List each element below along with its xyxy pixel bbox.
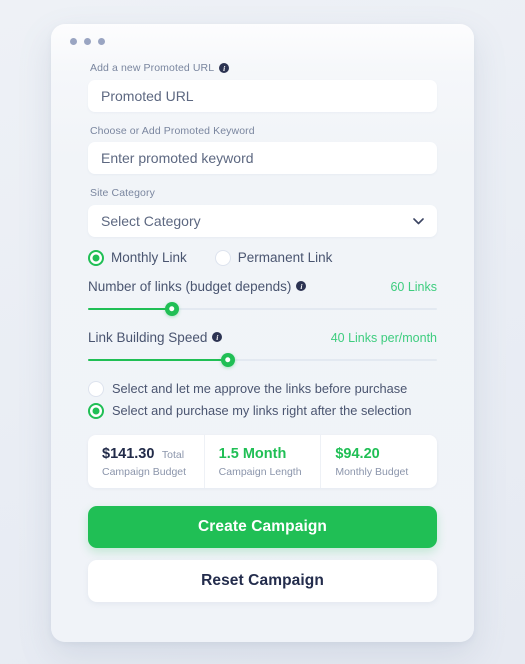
window-dot-icon-2 <box>84 37 91 45</box>
slider-track-fill <box>88 358 228 362</box>
link-type-radio-group: Monthly Link Permanent Link <box>88 249 437 266</box>
field-promoted-keyword: Choose or Add Promoted Keyword <box>88 125 437 175</box>
promoted-url-label: Add a new Promoted URL i <box>90 62 437 75</box>
site-category-label-text: Site Category <box>90 187 155 200</box>
number-of-links-title-text: Number of links (budget depends) <box>88 278 292 294</box>
radio-label-approve-before-purchase: Select and let me approve the links befo… <box>112 381 408 397</box>
radio-option-monthly-link[interactable]: Monthly Link <box>88 249 187 266</box>
site-category-select-wrap <box>88 204 437 237</box>
radio-label-monthly-link: Monthly Link <box>111 250 187 266</box>
create-campaign-button[interactable]: Create Campaign <box>88 506 437 549</box>
promoted-url-label-text: Add a new Promoted URL <box>90 62 215 74</box>
radio-option-approve-before-purchase[interactable]: Select and let me approve the links befo… <box>88 380 437 397</box>
link-building-speed-header: Link Building Speed i 40 Links per/month <box>88 330 437 345</box>
summary-cell-monthly-budget: $94.20 Monthly Budget <box>320 434 437 489</box>
number-of-links-slider[interactable] <box>88 301 437 316</box>
summary-amount-campaign-budget: $141.30 <box>102 445 155 462</box>
summary-amount-monthly-budget: $94.20 <box>335 445 380 462</box>
summary-value-row: $94.20 <box>335 445 431 463</box>
slider-thumb[interactable] <box>164 301 179 316</box>
summary-caption-monthly-budget: Monthly Budget <box>335 466 409 479</box>
promoted-keyword-label-text: Choose or Add Promoted Keyword <box>90 124 255 137</box>
radio-indicator-approve-before-purchase[interactable] <box>88 380 104 397</box>
summary-caption-campaign-length: Campaign Length <box>218 466 302 479</box>
radio-option-permanent-link[interactable]: Permanent Link <box>214 249 333 266</box>
number-of-links-control: Number of links (budget depends) i 60 Li… <box>88 279 437 316</box>
info-icon[interactable]: i <box>212 332 223 343</box>
promoted-url-input[interactable] <box>88 79 437 112</box>
summary-amount-campaign-length: 1.5 Month <box>218 445 287 462</box>
link-building-speed-title-text: Link Building Speed <box>88 329 208 345</box>
field-promoted-url: Add a new Promoted URL i <box>88 62 437 112</box>
radio-label-permanent-link: Permanent Link <box>237 250 333 266</box>
window-dots <box>70 37 105 45</box>
radio-indicator-monthly-link[interactable] <box>88 249 104 266</box>
number-of-links-value: 60 Links <box>390 279 437 294</box>
link-building-speed-control: Link Building Speed i 40 Links per/month <box>88 330 437 367</box>
number-of-links-title: Number of links (budget depends) i <box>88 278 307 294</box>
slider-track-fill <box>88 307 172 311</box>
campaign-form: Add a new Promoted URL i Choose or Add P… <box>51 58 474 603</box>
info-icon[interactable]: i <box>296 281 307 292</box>
summary-unit-campaign-budget: Total <box>161 448 185 461</box>
campaign-builder-window: Add a new Promoted URL i Choose or Add P… <box>51 24 474 642</box>
window-dot-icon-3 <box>98 37 105 45</box>
window-titlebar <box>51 24 474 58</box>
field-site-category: Site Category <box>88 187 437 237</box>
promoted-keyword-input[interactable] <box>88 142 437 175</box>
summary-caption-campaign-budget: Campaign Budget <box>102 466 187 479</box>
number-of-links-header: Number of links (budget depends) i 60 Li… <box>88 279 437 294</box>
summary-cell-campaign-length: 1.5 Month Campaign Length <box>203 434 321 489</box>
promoted-keyword-label: Choose or Add Promoted Keyword <box>90 125 437 138</box>
link-building-speed-title: Link Building Speed i <box>88 329 223 345</box>
radio-indicator-permanent-link[interactable] <box>214 249 231 266</box>
reset-campaign-button[interactable]: Reset Campaign <box>88 560 437 603</box>
page-root: Add a new Promoted URL i Choose or Add P… <box>0 0 525 664</box>
link-building-speed-slider[interactable] <box>88 352 437 367</box>
summary-value-row: $141.30 Total <box>102 445 198 463</box>
summary-cell-campaign-budget: $141.30 Total Campaign Budget <box>88 435 204 488</box>
radio-label-purchase-immediately: Select and purchase my links right after… <box>112 403 412 419</box>
purchase-mode-radio-group: Select and let me approve the links befo… <box>88 380 437 419</box>
summary-value-row: 1.5 Month <box>219 445 315 463</box>
site-category-label: Site Category <box>90 187 437 200</box>
link-building-speed-value: 40 Links per/month <box>330 330 437 345</box>
slider-thumb[interactable] <box>220 352 235 367</box>
campaign-summary: $141.30 Total Campaign Budget 1.5 Month … <box>88 434 437 489</box>
radio-indicator-purchase-immediately[interactable] <box>88 402 104 419</box>
radio-option-purchase-immediately[interactable]: Select and purchase my links right after… <box>88 402 437 419</box>
info-icon[interactable]: i <box>219 63 230 74</box>
site-category-select[interactable] <box>88 204 437 237</box>
window-dot-icon-1 <box>70 37 77 45</box>
